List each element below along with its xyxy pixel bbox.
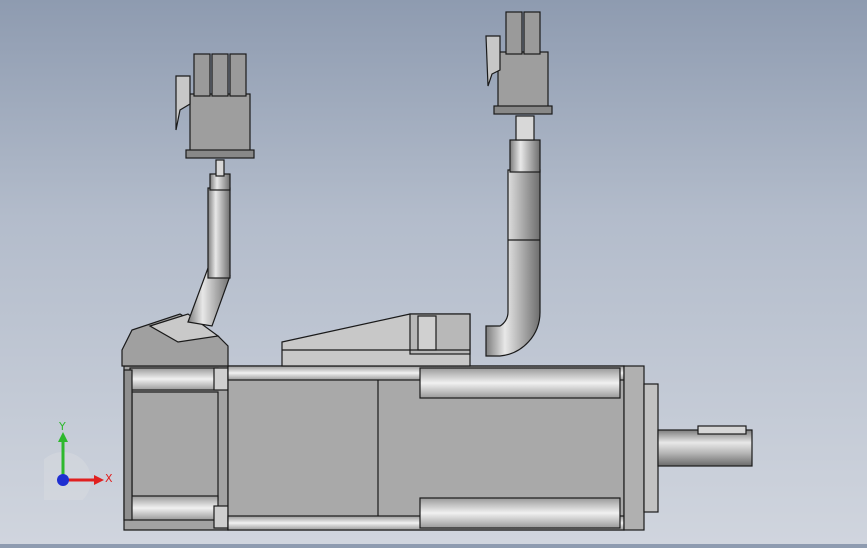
- cad-viewport[interactable]: Y X: [0, 0, 867, 544]
- x-axis-label: X: [105, 472, 113, 485]
- motor-model: [121, 11, 753, 531]
- front-flange: [623, 365, 645, 531]
- shaft-key: [697, 425, 747, 435]
- coordinate-triad: Y X: [35, 420, 124, 508]
- output-shaft: [657, 429, 753, 467]
- motor-body: [121, 313, 753, 531]
- rear-rib-bottom: [129, 495, 219, 521]
- encoder-connector: [189, 93, 251, 157]
- rear-cap-inner: [131, 391, 219, 501]
- power-cable: [485, 11, 553, 357]
- encoder-cable: [175, 53, 255, 327]
- y-axis-label: Y: [58, 420, 66, 433]
- power-connector: [497, 51, 549, 113]
- side-slot-top: [419, 367, 621, 399]
- rear-rib-top: [129, 367, 219, 391]
- side-slot-bottom: [419, 497, 621, 529]
